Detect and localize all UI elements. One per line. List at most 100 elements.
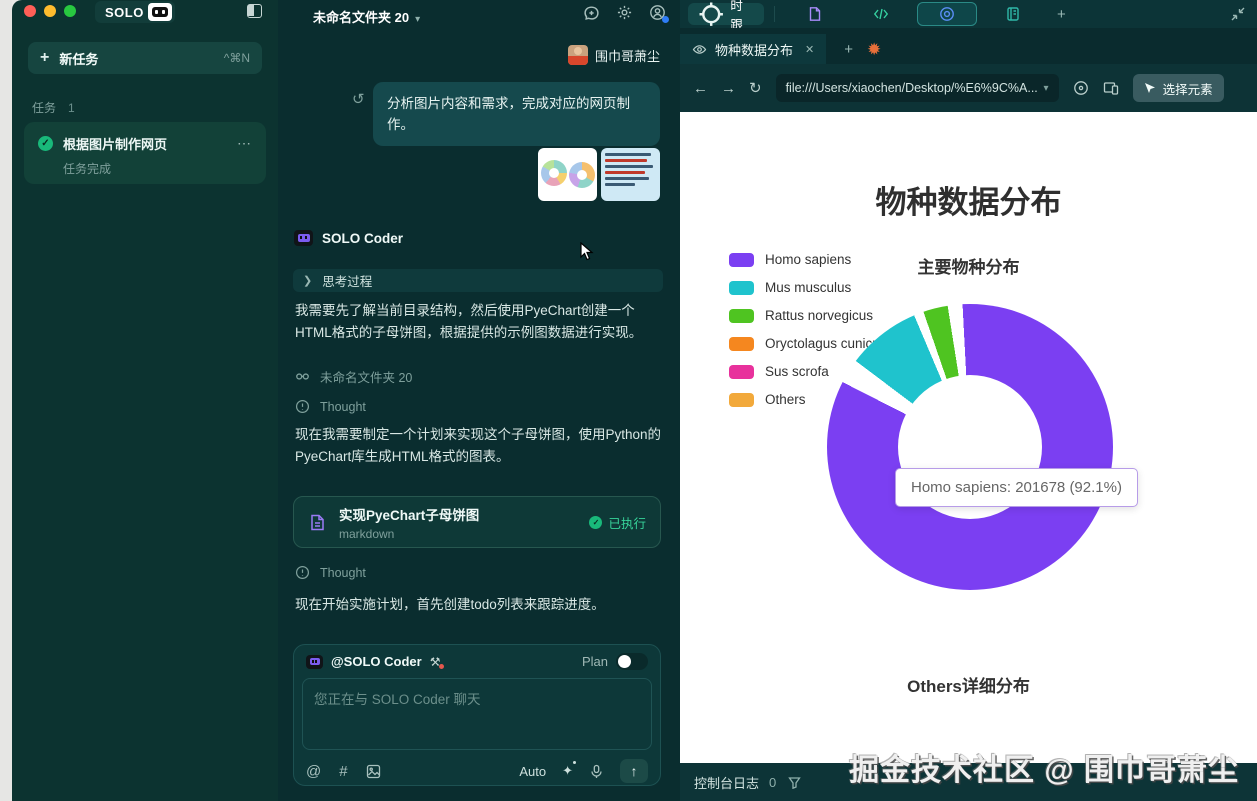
conversation-title-dropdown[interactable]: 未命名文件夹 20 ▾ <box>313 7 420 26</box>
address-bar[interactable]: file:///Users/xiaochen/Desktop/%E6%9C%A.… <box>775 74 1059 102</box>
legend-label: Others <box>765 392 806 407</box>
plan-toggle[interactable] <box>616 653 648 670</box>
task-title: 根据图片制作网页 <box>63 137 168 152</box>
forward-icon[interactable]: → <box>721 80 736 97</box>
back-icon[interactable]: ← <box>693 80 708 97</box>
new-tab-icon[interactable]: + <box>844 41 853 58</box>
tab-code-icon[interactable] <box>851 2 911 26</box>
minimize-window-button[interactable] <box>44 5 56 17</box>
execution-title: 实现PyeChart子母饼图 <box>339 507 480 523</box>
close-tab-icon[interactable]: ✕ <box>805 43 814 56</box>
new-task-label: 新任务 <box>59 51 99 67</box>
refresh-icon[interactable]: ↻ <box>749 79 762 97</box>
legend-chip <box>729 336 754 351</box>
starburst-icon[interactable]: ✹ <box>867 40 881 60</box>
solo-coder-robot-icon <box>294 230 313 246</box>
app-window: SOLO + 新任务 ^⌘N 任务 1 ✓ 根据图片制作网页 ⋯ 任务完成 未命名… <box>0 0 1257 801</box>
chart-subtitle: 主要物种分布 <box>917 258 1020 277</box>
retry-icon[interactable]: ↺ <box>352 90 365 108</box>
inspect-icon[interactable] <box>1073 80 1089 96</box>
message-input[interactable]: 您正在与 SOLO Coder 聊天 <box>302 678 652 750</box>
preview-panel: 实时跟随 + 物种数据分布 ✕ <box>680 0 1257 801</box>
new-task-button[interactable]: + 新任务 ^⌘N <box>28 42 262 74</box>
tab-notebook-icon[interactable] <box>983 2 1043 26</box>
page-title: 物种数据分布 <box>875 185 1062 220</box>
notification-dot <box>662 16 669 23</box>
legend-chip <box>729 280 754 295</box>
context-reference[interactable]: 未命名文件夹 20 <box>295 367 412 386</box>
browser-tab-active[interactable]: 物种数据分布 ✕ <box>680 34 827 64</box>
filter-funnel-icon[interactable] <box>788 776 801 789</box>
account-icon[interactable] <box>649 4 669 23</box>
watermark: 掘金技术社区 @ 围巾哥萧尘 <box>849 754 1239 787</box>
main-donut[interactable] <box>827 304 1113 590</box>
responsive-device-icon[interactable] <box>1103 80 1119 96</box>
attachment-chart-thumbnail[interactable] <box>538 148 597 201</box>
attached-images <box>538 148 660 201</box>
execution-status: ✓ 已执行 <box>589 513 646 532</box>
thinking-process-toggle[interactable]: ❯ 思考过程 <box>293 269 663 292</box>
user-message-bubble: 分析图片内容和需求，完成对应的网页制作。 <box>373 82 660 146</box>
preview-toolbar: 实时跟随 + <box>680 0 1257 51</box>
assistant-paragraph: 现在开始实施计划，首先创建todo列表来跟踪进度。 <box>295 597 605 612</box>
plan-label: Plan <box>581 654 608 669</box>
legend-label: Rattus norvegicus <box>765 308 874 323</box>
document-icon <box>308 513 327 532</box>
attach-image-icon[interactable] <box>366 764 381 779</box>
solo-robot-icon <box>147 3 172 21</box>
close-window-button[interactable] <box>24 5 36 17</box>
user-name: 围巾哥萧尘 <box>594 48 660 64</box>
tab-title: 物种数据分布 <box>715 42 794 58</box>
context-hash-icon[interactable]: # <box>339 763 347 780</box>
legend-label: Sus scrofa <box>765 364 829 379</box>
sidebar-toggle-icon[interactable] <box>247 4 262 18</box>
glasses-icon <box>296 373 309 380</box>
zoom-window-button[interactable] <box>64 5 76 17</box>
legend-item[interactable]: Rattus norvegicus <box>729 308 897 323</box>
thought-icon <box>295 565 310 580</box>
task-complete-icon: ✓ <box>38 136 53 151</box>
task-sidebar: SOLO + 新任务 ^⌘N 任务 1 ✓ 根据图片制作网页 ⋯ 任务完成 <box>12 0 278 801</box>
attachment-text-thumbnail[interactable] <box>601 148 660 201</box>
task-menu-icon[interactable]: ⋯ <box>237 135 252 152</box>
desktop-background <box>0 0 12 801</box>
live-follow-button[interactable]: 实时跟随 <box>688 0 765 51</box>
enhance-sparkle-icon[interactable]: ✦ <box>562 761 576 779</box>
task-list-item[interactable]: ✓ 根据图片制作网页 ⋯ 任务完成 <box>24 122 266 184</box>
new-chat-icon[interactable] <box>583 4 600 21</box>
model-mode-selector[interactable]: Auto <box>519 764 546 779</box>
browser-tabstrip: 物种数据分布 ✕ + ✹ <box>680 28 1257 64</box>
chart-tooltip: Homo sapiens: 201678 (92.1%) <box>895 468 1138 507</box>
collapse-panel-icon[interactable] <box>1231 7 1245 21</box>
mouse-cursor <box>580 241 596 267</box>
assistant-paragraph: 我需要先了解当前目录结构，然后使用PyeChart创建一个HTML格式的子母饼图… <box>295 303 643 340</box>
solo-label: SOLO <box>105 4 144 20</box>
user-identity: 围巾哥萧尘 <box>567 45 660 65</box>
console-count: 0 <box>769 774 777 790</box>
eye-icon <box>692 44 707 54</box>
chevron-down-icon: ▾ <box>415 14 421 25</box>
chat-input-container: @SOLO Coder ⚒ Plan 您正在与 SOLO Coder 聊天 @ … <box>293 644 661 786</box>
select-element-button[interactable]: 选择元素 <box>1132 74 1224 102</box>
legend-item[interactable]: Mus musculus <box>729 280 897 295</box>
cursor-icon <box>1144 83 1155 93</box>
legend-chip <box>729 308 754 323</box>
agent-robot-icon <box>306 654 323 669</box>
settings-gear-icon[interactable] <box>616 4 633 21</box>
agent-mention[interactable]: @SOLO Coder <box>331 654 422 669</box>
legend-chip <box>729 392 754 407</box>
add-panel-icon[interactable]: + <box>1057 6 1066 23</box>
tool-execution-card[interactable]: 实现PyeChart子母饼图 markdown ✓ 已执行 <box>293 496 661 548</box>
tab-document-icon[interactable] <box>785 2 845 26</box>
tools-icon[interactable]: ⚒ <box>430 655 445 669</box>
chevron-right-icon: ❯ <box>303 275 313 287</box>
tasks-section-header: 任务 1 <box>32 101 75 115</box>
send-button[interactable]: ↑ <box>620 759 648 783</box>
executed-check-icon: ✓ <box>589 515 603 529</box>
microphone-icon[interactable] <box>589 764 604 779</box>
solo-mode-badge[interactable]: SOLO <box>95 1 175 23</box>
mention-icon[interactable]: @ <box>306 763 321 780</box>
chevron-down-icon: ▾ <box>1043 82 1049 94</box>
assistant-name: SOLO Coder <box>322 230 404 246</box>
tab-browser-icon[interactable] <box>917 2 978 26</box>
